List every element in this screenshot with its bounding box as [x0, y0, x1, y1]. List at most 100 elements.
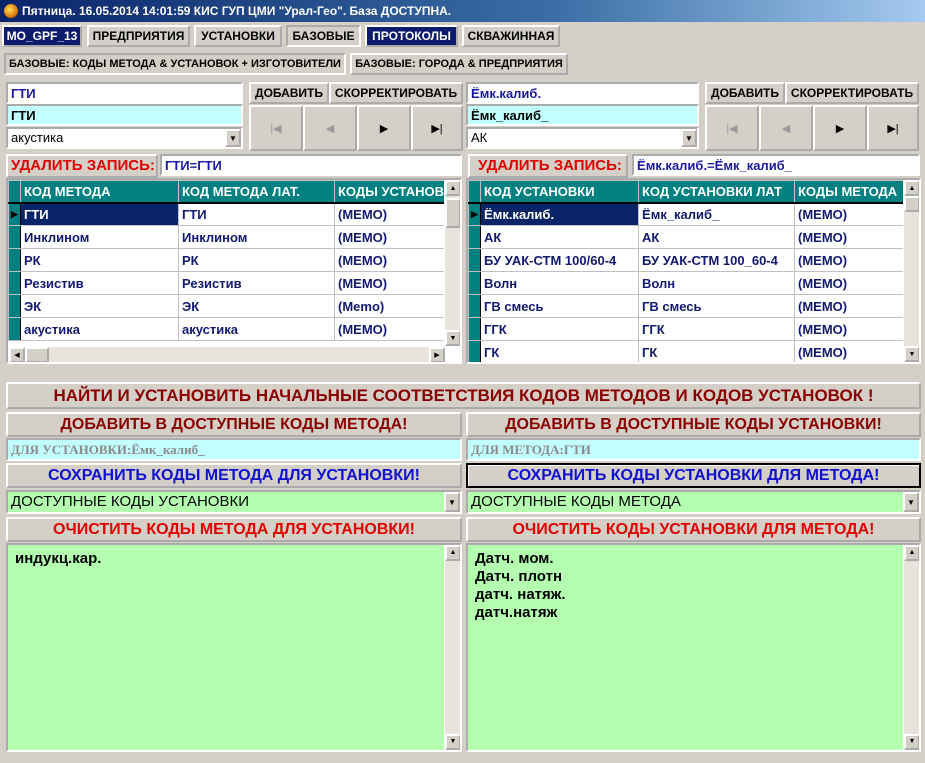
cell[interactable]: (МЕМО) — [794, 271, 904, 295]
cell[interactable]: Инклином — [20, 225, 179, 249]
left-delete-button[interactable]: УДАЛИТЬ ЗАПИСЬ: — [6, 154, 158, 178]
subtab-cities[interactable]: БАЗОВЫЕ: ГОРОДА & ПРЕДПРИЯТИЯ — [350, 53, 568, 75]
scroll-left-icon[interactable]: ◀ — [9, 347, 25, 362]
table-row[interactable]: акустика акустика (МЕМО) — [8, 317, 449, 341]
col-header[interactable]: КОДЫ УСТАНОВ — [334, 180, 449, 204]
table-row[interactable]: ГВ смесь ГВ смесь (МЕМО) — [468, 294, 904, 318]
available-install-codes-combo[interactable]: ДОСТУПНЫЕ КОДЫ УСТАНОВКИ ▼ — [6, 490, 462, 514]
right-edit-button[interactable]: СКОРРЕКТИРОВАТЬ — [785, 82, 919, 104]
table-row[interactable]: ▶ Ёмк.калиб. Ёмк_калиб_ (МЕМО) — [468, 202, 904, 226]
cell[interactable]: ГТИ — [178, 202, 335, 226]
install-combo[interactable]: АК ▼ — [466, 127, 699, 149]
horizontal-scrollbar[interactable]: ◀ ▶ — [8, 346, 445, 362]
last-record-icon[interactable]: ▶| — [867, 105, 919, 151]
left-edit-button[interactable]: СКОРРЕКТИРОВАТЬ — [329, 82, 463, 104]
cell[interactable]: ГВ смесь — [480, 294, 639, 318]
chevron-down-icon[interactable]: ▼ — [444, 492, 460, 512]
table-row[interactable]: РК РК (МЕМО) — [8, 248, 449, 272]
cell[interactable]: (МЕМО) — [794, 225, 904, 249]
cell[interactable]: ГК — [480, 340, 639, 362]
chevron-down-icon[interactable]: ▼ — [225, 129, 241, 147]
cell[interactable]: Ёмк_калиб_ — [638, 202, 795, 226]
scroll-thumb[interactable] — [904, 196, 919, 212]
cell[interactable]: ГВ смесь — [638, 294, 795, 318]
cell[interactable]: БУ УАК-СТМ 100_60-4 — [638, 248, 795, 272]
cell[interactable]: Ёмк.калиб. — [480, 202, 639, 226]
cell[interactable]: РК — [20, 248, 179, 272]
clear-install-codes-button[interactable]: ОЧИСТИТЬ КОДЫ УСТАНОВКИ ДЛЯ МЕТОДА! — [466, 517, 921, 542]
col-header[interactable]: КОД МЕТОДА ЛАТ. — [178, 180, 335, 204]
tab-installations[interactable]: УСТАНОВКИ — [194, 25, 282, 47]
col-header[interactable]: КОД УСТАНОВКИ — [480, 180, 639, 204]
cell[interactable]: акустика — [178, 317, 335, 341]
cell[interactable]: (МЕМО) — [334, 225, 449, 249]
cell[interactable]: Волн — [638, 271, 795, 295]
cell[interactable]: АК — [480, 225, 639, 249]
add-method-codes-button[interactable]: ДОБАВИТЬ В ДОСТУПНЫЕ КОДЫ МЕТОДА! — [6, 412, 462, 437]
prev-record-icon[interactable]: ◀ — [759, 105, 813, 151]
find-matches-button[interactable]: НАЙТИ И УСТАНОВИТЬ НАЧАЛЬНЫЕ СООТВЕТСТВИ… — [6, 382, 921, 409]
cell[interactable]: ЭК — [178, 294, 335, 318]
cell[interactable]: БУ УАК-СТМ 100/60-4 — [480, 248, 639, 272]
tab-enterprises[interactable]: ПРЕДПРИЯТИЯ — [87, 25, 190, 47]
cell[interactable]: (МЕМО) — [334, 317, 449, 341]
right-delete-field[interactable]: Ёмк.калиб.=Ёмк_калиб_ — [632, 154, 920, 176]
method-code-field[interactable]: ГТИ — [6, 82, 243, 104]
first-record-icon[interactable]: |◀ — [249, 105, 303, 151]
cell[interactable]: АК — [638, 225, 795, 249]
cell[interactable]: (МЕМО) — [794, 248, 904, 272]
install-grid[interactable]: КОД УСТАНОВКИ КОД УСТАНОВКИ ЛАТ КОДЫ МЕТ… — [466, 178, 921, 364]
tab-borehole[interactable]: СКВАЖИННАЯ — [462, 25, 560, 47]
left-add-button[interactable]: ДОБАВИТЬ — [249, 82, 329, 104]
chevron-down-icon[interactable]: ▼ — [903, 492, 919, 512]
tab-base[interactable]: БАЗОВЫЕ — [286, 25, 361, 47]
table-row[interactable]: Инклином Инклином (МЕМО) — [8, 225, 449, 249]
col-header[interactable]: КОД УСТАНОВКИ ЛАТ — [638, 180, 795, 204]
scroll-up-icon[interactable]: ▲ — [445, 545, 460, 561]
method-grid[interactable]: КОД МЕТОДА КОД МЕТОДА ЛАТ. КОДЫ УСТАНОВ … — [6, 178, 462, 364]
install-codes-memo[interactable]: Датч. мом. Датч. плотн датч. натяж. датч… — [466, 543, 921, 752]
table-row[interactable]: ЭК ЭК (Memo) — [8, 294, 449, 318]
cell[interactable]: (МЕМО) — [334, 248, 449, 272]
available-method-codes-combo[interactable]: ДОСТУПНЫЕ КОДЫ МЕТОДА ▼ — [466, 490, 921, 514]
table-row[interactable]: ГГК ГГК (МЕМО) — [468, 317, 904, 341]
next-record-icon[interactable]: ▶ — [357, 105, 411, 151]
vertical-scrollbar[interactable]: ▲ ▼ — [444, 545, 460, 750]
method-code-lat-field[interactable]: ГТИ — [6, 104, 243, 126]
method-codes-memo[interactable]: индукц.кар. ▲ ▼ — [6, 543, 462, 752]
cell[interactable]: (МЕМО) — [794, 202, 904, 226]
tab-mo-gpf[interactable]: MO_GPF_13 — [2, 25, 82, 47]
cell[interactable]: Резистив — [178, 271, 335, 295]
col-header[interactable]: КОД МЕТОДА — [20, 180, 179, 204]
vertical-scrollbar[interactable]: ▲ ▼ — [903, 180, 919, 362]
cell[interactable]: ГГК — [480, 317, 639, 341]
cell[interactable]: ЭК — [20, 294, 179, 318]
cell[interactable]: Резистив — [20, 271, 179, 295]
cell[interactable]: (МЕМО) — [794, 294, 904, 318]
scroll-thumb[interactable] — [25, 347, 49, 362]
subtab-method-codes[interactable]: БАЗОВЫЕ: КОДЫ МЕТОДА & УСТАНОВОК + ИЗГОТ… — [4, 53, 346, 75]
vertical-scrollbar[interactable]: ▲ ▼ — [903, 545, 919, 750]
scroll-right-icon[interactable]: ▶ — [429, 347, 445, 362]
cell[interactable]: (МЕМО) — [334, 202, 449, 226]
save-method-codes-button[interactable]: СОХРАНИТЬ КОДЫ МЕТОДА ДЛЯ УСТАНОВКИ! — [6, 463, 462, 488]
table-row[interactable]: Волн Волн (МЕМО) — [468, 271, 904, 295]
right-add-button[interactable]: ДОБАВИТЬ — [705, 82, 785, 104]
cell[interactable]: ГТИ — [20, 202, 179, 226]
table-row[interactable]: ГК ГК (МЕМО) — [468, 340, 904, 362]
table-row[interactable]: ▶ ГТИ ГТИ (МЕМО) — [8, 202, 449, 226]
col-header[interactable]: КОДЫ МЕТОДА — [794, 180, 904, 204]
cell[interactable]: (МЕМО) — [794, 340, 904, 362]
prev-record-icon[interactable]: ◀ — [303, 105, 357, 151]
cell[interactable]: ГГК — [638, 317, 795, 341]
tab-protocols[interactable]: ПРОТОКОЛЫ — [365, 25, 458, 47]
last-record-icon[interactable]: ▶| — [411, 105, 463, 151]
scroll-up-icon[interactable]: ▲ — [904, 545, 919, 561]
cell[interactable]: (МЕМО) — [794, 317, 904, 341]
add-install-codes-button[interactable]: ДОБАВИТЬ В ДОСТУПНЫЕ КОДЫ УСТАНОВКИ! — [466, 412, 921, 437]
first-record-icon[interactable]: |◀ — [705, 105, 759, 151]
table-row[interactable]: АК АК (МЕМО) — [468, 225, 904, 249]
scroll-down-icon[interactable]: ▼ — [445, 330, 460, 346]
clear-method-codes-button[interactable]: ОЧИСТИТЬ КОДЫ МЕТОДА ДЛЯ УСТАНОВКИ! — [6, 517, 462, 542]
cell[interactable]: акустика — [20, 317, 179, 341]
